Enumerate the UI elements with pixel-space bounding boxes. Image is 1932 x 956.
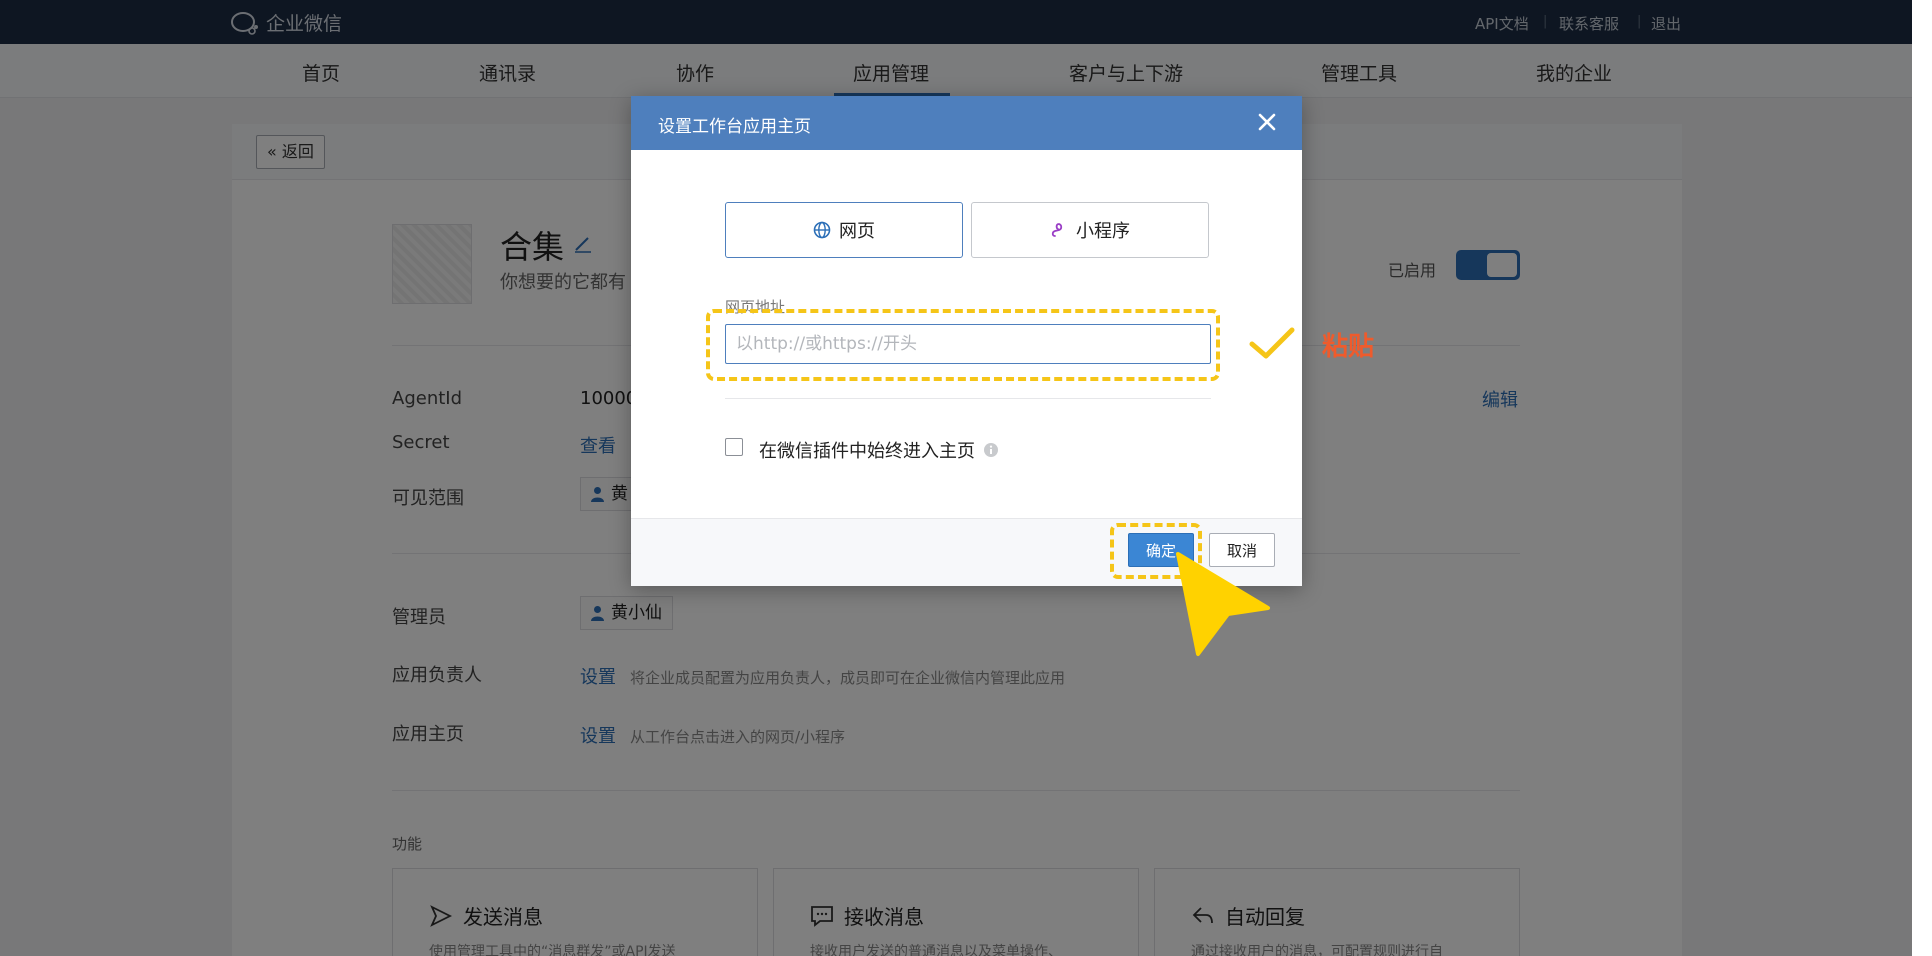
miniprogram-icon [1051, 223, 1063, 237]
globe-icon [813, 221, 831, 239]
dialog-title: 设置工作台应用主页 [658, 117, 811, 137]
highlight-url-field [706, 309, 1220, 381]
always-enter-home-checkbox[interactable] [725, 438, 743, 456]
checkbox-label-row: 在微信插件中始终进入主页 [759, 437, 999, 463]
window-edge [1912, 0, 1932, 956]
type-web-button[interactable]: 网页 [725, 202, 963, 258]
dialog-divider [725, 398, 1211, 399]
paste-annotation: 粘贴 [1322, 332, 1375, 362]
type-miniprogram-button[interactable]: 小程序 [971, 202, 1209, 258]
checkmark-icon [1249, 327, 1295, 359]
type-web-label: 网页 [839, 221, 875, 242]
cursor-pointer-icon [1176, 552, 1270, 656]
always-enter-home-label[interactable]: 在微信插件中始终进入主页 [759, 437, 975, 463]
type-miniprogram-label: 小程序 [1076, 221, 1130, 242]
info-icon[interactable] [983, 442, 999, 458]
close-icon[interactable] [1256, 111, 1278, 133]
dialog-header: 设置工作台应用主页 [631, 96, 1302, 150]
